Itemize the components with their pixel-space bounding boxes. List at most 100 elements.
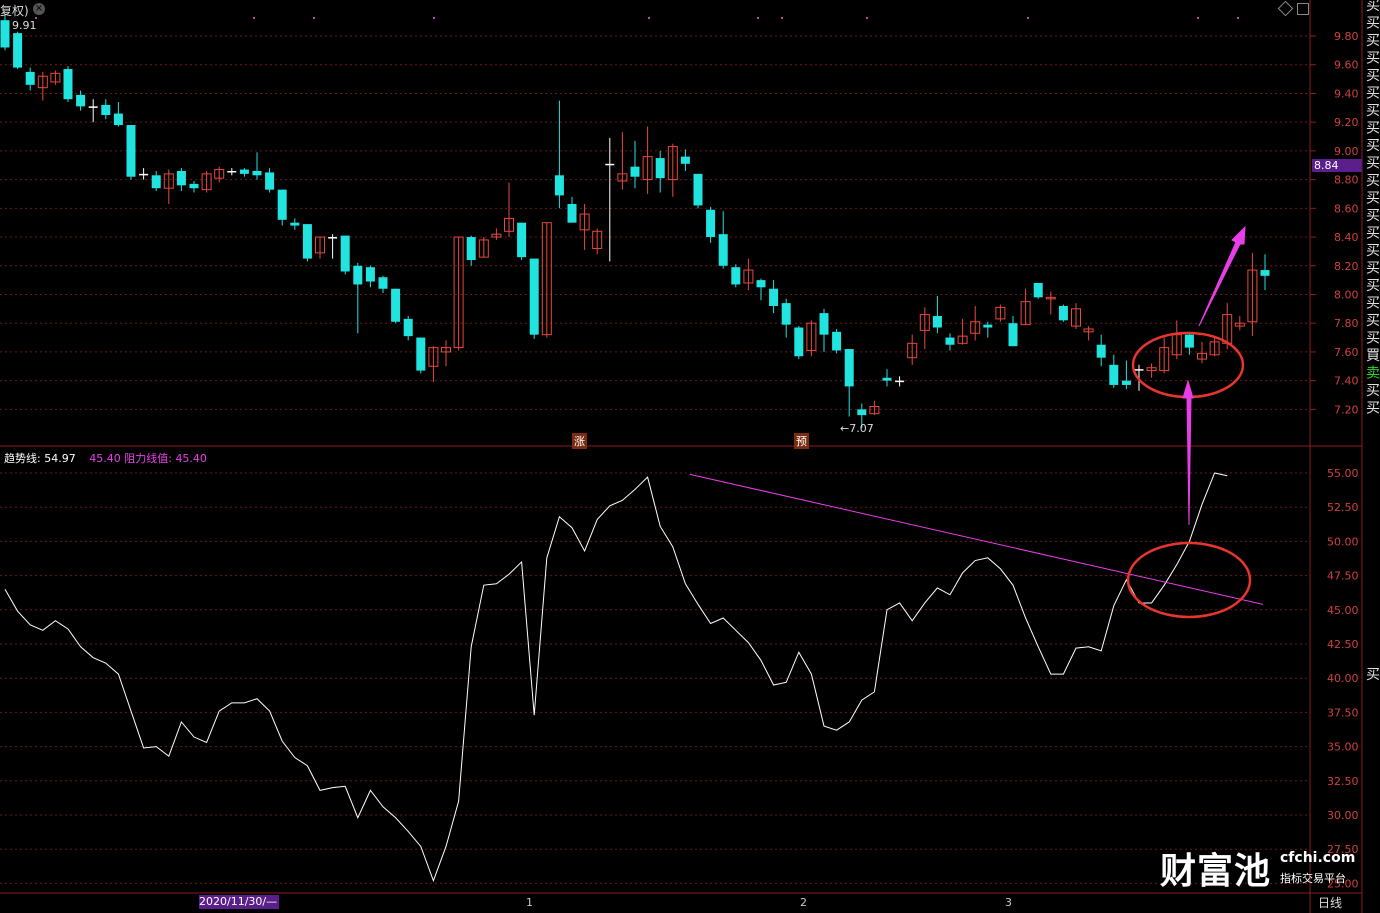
candle-body: [655, 158, 665, 179]
candle-body: [378, 277, 388, 289]
candle-body: [794, 327, 804, 357]
candle-body: [403, 318, 413, 337]
candle-body: [0, 20, 10, 48]
signal-mark: 买: [1366, 173, 1380, 189]
annotation-arrow-diag: [1198, 225, 1246, 327]
period-daily-button[interactable]: 日线: [1318, 894, 1342, 911]
candle-body: [265, 172, 275, 190]
candle-body: [529, 258, 539, 335]
signal-mark: 买: [1366, 208, 1380, 224]
price-tick-label: 8.40: [1334, 231, 1359, 244]
candle-body: [567, 204, 577, 223]
candle-body: [176, 170, 186, 186]
signal-mark: 买: [1366, 296, 1380, 312]
event-dot: [1237, 17, 1239, 19]
price-tick-label: 9.60: [1334, 59, 1359, 72]
close-icon[interactable]: ×: [33, 3, 45, 15]
candle-body: [1096, 344, 1106, 358]
event-dot: [433, 17, 435, 19]
watermark-brand: 财富池: [1160, 851, 1272, 892]
signal-mark: 买: [1366, 33, 1380, 49]
window-toggle-icon[interactable]: [1297, 3, 1309, 15]
indicator-tick-label: 32.50: [1327, 775, 1359, 788]
signal-mark: 买: [1366, 191, 1380, 207]
indicator-tick-label: 55.00: [1327, 467, 1359, 480]
price-tick-label: 7.60: [1334, 346, 1359, 359]
month-label-2: 2: [800, 896, 807, 909]
resistance-label: 阻力线值:: [124, 452, 172, 465]
adjust-mode-label[interactable]: 复权): [0, 2, 29, 19]
event-dot: [1027, 17, 1029, 19]
candle-body: [781, 303, 791, 325]
signal-mark: 买: [1366, 226, 1380, 242]
indicator-tick-label: 35.00: [1327, 741, 1359, 754]
candle-body: [13, 33, 23, 68]
candle-body: [391, 288, 401, 322]
event-mark-forecast[interactable]: 预: [794, 433, 809, 449]
price-tick-label: 8.20: [1334, 260, 1359, 273]
event-dot: [648, 17, 650, 19]
candle-body: [101, 104, 111, 115]
signal-mark: 买: [1366, 156, 1380, 172]
candle-body: [945, 337, 955, 345]
signal-mark: 买: [1366, 0, 1380, 14]
candle-body: [731, 267, 741, 285]
candle-body: [189, 183, 199, 189]
low-price-value: 7.07: [849, 422, 874, 435]
candle-body: [1008, 323, 1018, 347]
signal-mark: 买: [1366, 103, 1380, 119]
candle-body: [416, 337, 426, 371]
candle-body: [277, 189, 287, 220]
candle-body: [353, 265, 363, 285]
candle-body: [290, 222, 300, 226]
candle-body: [1121, 380, 1131, 385]
resistance-value: 45.40: [175, 452, 207, 465]
candle-body: [1033, 282, 1043, 298]
indicator-tick-label: 50.00: [1327, 535, 1359, 548]
candle-body: [832, 331, 842, 351]
indicator-tick-label: 42.50: [1327, 638, 1359, 651]
month-label-3: 3: [1005, 896, 1012, 909]
indicator-tick-label: 45.00: [1327, 604, 1359, 617]
candle-body: [882, 377, 892, 381]
event-mark-rise[interactable]: 涨: [572, 433, 587, 449]
watermark-slogan: 指标交易平台: [1280, 872, 1346, 885]
candle-body: [1109, 364, 1119, 385]
candle-body: [76, 94, 86, 107]
candle-body: [1134, 369, 1144, 371]
candle-body: [25, 71, 35, 85]
signal-mark: 买: [1366, 383, 1380, 399]
candle-body: [340, 235, 350, 272]
price-tick-label: 7.40: [1334, 375, 1359, 388]
candle-body: [126, 125, 136, 177]
signal-mark: 买: [1366, 86, 1380, 102]
candle-body: [630, 166, 640, 177]
price-tick-label: 7.80: [1334, 317, 1359, 330]
annotation-arrow-up: [1182, 379, 1194, 526]
candle-body: [517, 222, 527, 258]
low-price-marker: ←7.07: [840, 422, 874, 435]
candle-body: [88, 106, 98, 108]
candle-body: [63, 69, 73, 100]
indicator-tick-label: 52.50: [1327, 501, 1359, 514]
chart-canvas: 9.80 9.60 9.40 9.20 9.00 8.80 8.60 8.40 8.20 8.00…: [0, 0, 1380, 913]
signal-mark: 买: [1366, 51, 1380, 67]
price-tick-label: 9.40: [1334, 87, 1359, 100]
candle-body: [1058, 305, 1068, 321]
current-price-badge: 8.84: [1312, 159, 1362, 172]
price-tick-label: 8.00: [1334, 288, 1359, 301]
signal-mark: 买: [1366, 313, 1380, 329]
signal-mark: 买: [1366, 261, 1380, 277]
candle-body: [139, 173, 149, 176]
event-dot: [781, 17, 783, 19]
candle-body: [328, 237, 338, 239]
signal-mark: 买: [1366, 16, 1380, 32]
price-tick-label: 9.00: [1334, 145, 1359, 158]
signal-mark: 买: [1366, 121, 1380, 137]
candle-body: [466, 237, 476, 261]
candle-body: [151, 175, 161, 189]
month-label-1: 1: [526, 896, 533, 909]
trend-line: [4, 472, 1228, 883]
signal-mark: 买: [1366, 331, 1380, 347]
candle-body: [718, 234, 728, 266]
